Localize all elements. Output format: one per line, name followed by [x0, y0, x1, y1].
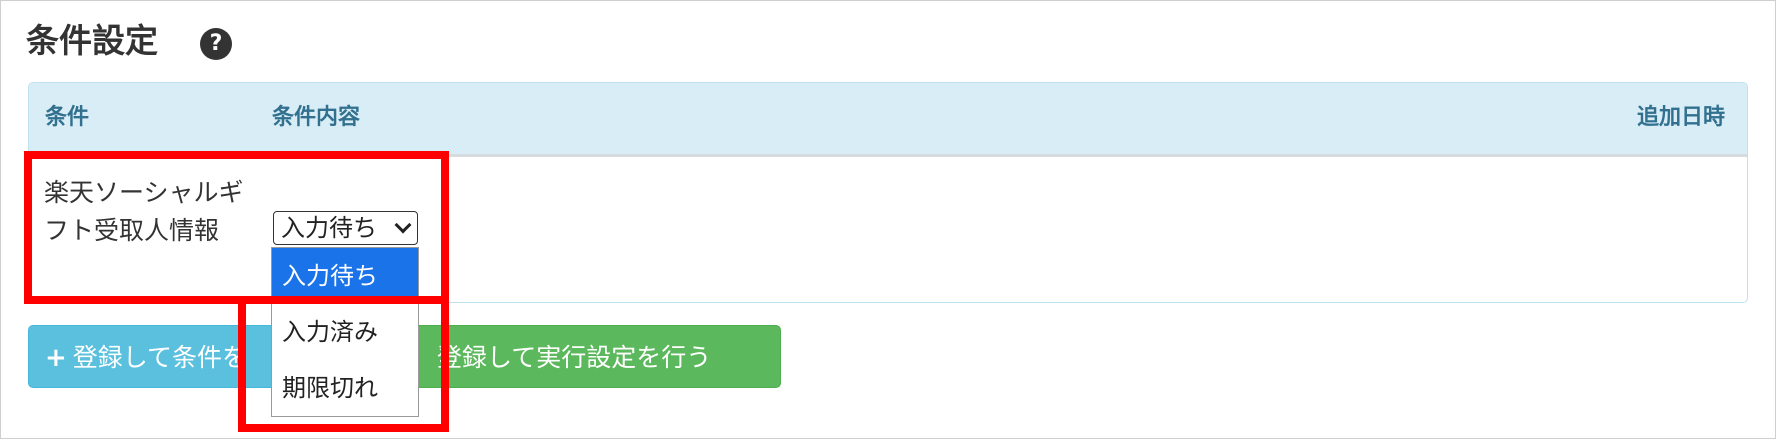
status-dropdown-list: 入力待ち 入力済み 期限切れ — [271, 247, 419, 417]
question-circle-icon[interactable]: ? — [200, 28, 232, 60]
register-execute-button[interactable]: › 登録して実行設定を行う — [400, 325, 781, 388]
header-condition-content: 条件内容 — [272, 105, 361, 130]
header-added-date: 追加日時 — [1636, 105, 1725, 130]
option-expired[interactable]: 期限切れ — [272, 360, 418, 416]
chevron-right-icon: › — [438, 345, 447, 370]
condition-status-select[interactable]: 入力待ち — [273, 211, 418, 245]
chevron-down-icon — [394, 216, 412, 234]
select-value: 入力待ち — [281, 214, 377, 242]
add-condition-label: 登録して条件を — [72, 343, 248, 372]
header-condition: 条件 — [45, 105, 90, 130]
option-input-done[interactable]: 入力済み — [272, 304, 418, 360]
option-waiting-input[interactable]: 入力待ち — [272, 248, 418, 304]
register-execute-label: 登録して実行設定を行う — [437, 343, 712, 372]
register-add-condition-button[interactable]: + 登録して条件を — [28, 325, 290, 388]
condition-name: 楽天ソーシャルギフト受取人情報 — [44, 178, 244, 245]
plus-icon: + — [45, 343, 67, 373]
page-title: 条件設定 — [26, 21, 158, 60]
table-header: 条件 条件内容 追加日時 — [29, 83, 1747, 157]
